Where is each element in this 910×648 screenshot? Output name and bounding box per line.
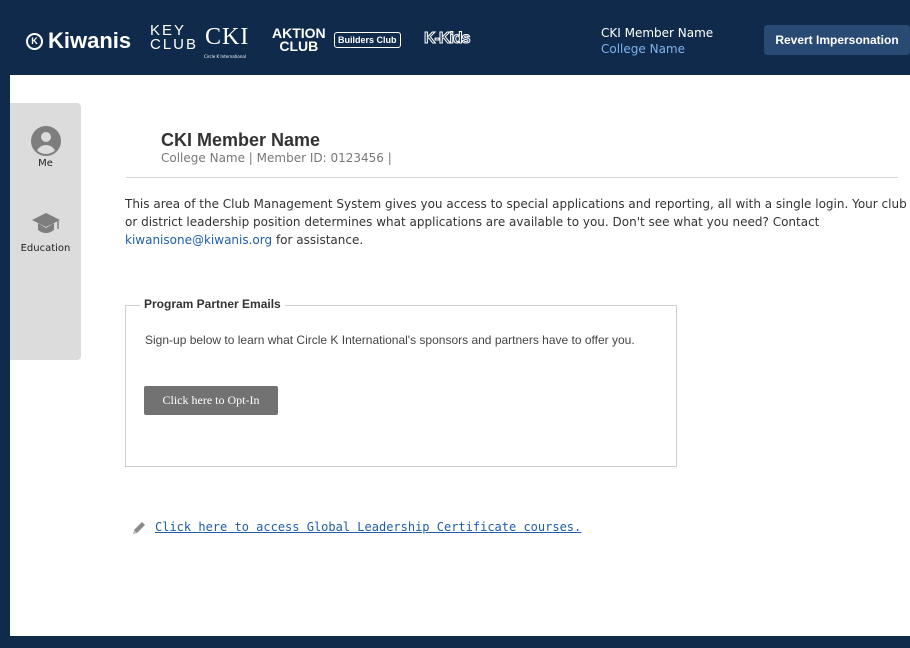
- support-email-link[interactable]: kiwanisone@kiwanis.org: [125, 233, 272, 247]
- aktion-logo-bottom: CLUB: [279, 38, 319, 54]
- divider: [126, 177, 898, 178]
- header-user-name: CKI Member Name: [601, 26, 714, 40]
- builders-club-logo[interactable]: Builders Club: [334, 32, 401, 48]
- revert-impersonation-button[interactable]: Revert Impersonation: [764, 25, 910, 55]
- sidebar: Me Education: [10, 103, 81, 360]
- pencil-icon: [133, 522, 145, 534]
- sidebar-item-me[interactable]: Me: [10, 126, 81, 169]
- kiwanis-logo[interactable]: K Kiwanis: [26, 28, 131, 54]
- intro-paragraph: This area of the Club Management System …: [125, 195, 910, 249]
- kiwanis-seal-icon: K: [26, 32, 43, 50]
- header-user-college: College Name: [601, 42, 685, 56]
- key-club-logo[interactable]: KEY CLUB: [150, 23, 199, 53]
- sidebar-item-education[interactable]: Education: [10, 211, 81, 254]
- intro-suffix: for assistance.: [272, 233, 364, 247]
- aktion-club-logo[interactable]: AKTION CLUB: [272, 26, 326, 54]
- global-leadership-certificate-link[interactable]: Click here to access Global Leadership C…: [155, 520, 581, 534]
- graduation-cap-icon: [31, 213, 60, 233]
- user-avatar-icon: [30, 126, 61, 156]
- bottom-frame-border: [0, 636, 910, 648]
- key-club-logo-bottom: CLUB: [150, 36, 199, 53]
- program-partner-legend: Program Partner Emails: [140, 297, 285, 311]
- kiwanis-logo-text: Kiwanis: [48, 28, 132, 53]
- page-title: CKI Member Name: [161, 130, 321, 150]
- left-frame-border: [0, 0, 10, 648]
- sidebar-item-label: Me: [38, 158, 53, 169]
- program-partner-text: Sign-up below to learn what Circle K Int…: [145, 333, 635, 347]
- opt-in-button[interactable]: Click here to Opt-In: [144, 386, 278, 415]
- member-meta: College Name | Member ID: 0123456 |: [161, 151, 392, 165]
- k-kids-logo[interactable]: K-Kids: [424, 30, 472, 48]
- cki-logo[interactable]: CKI: [205, 24, 249, 51]
- sidebar-item-label: Education: [20, 243, 71, 254]
- intro-text: This area of the Club Management System …: [125, 197, 907, 229]
- cki-logo-subtitle: Circle K International: [204, 54, 246, 59]
- top-header: K Kiwanis KEY CLUB CKI Circle K Internat…: [0, 0, 910, 75]
